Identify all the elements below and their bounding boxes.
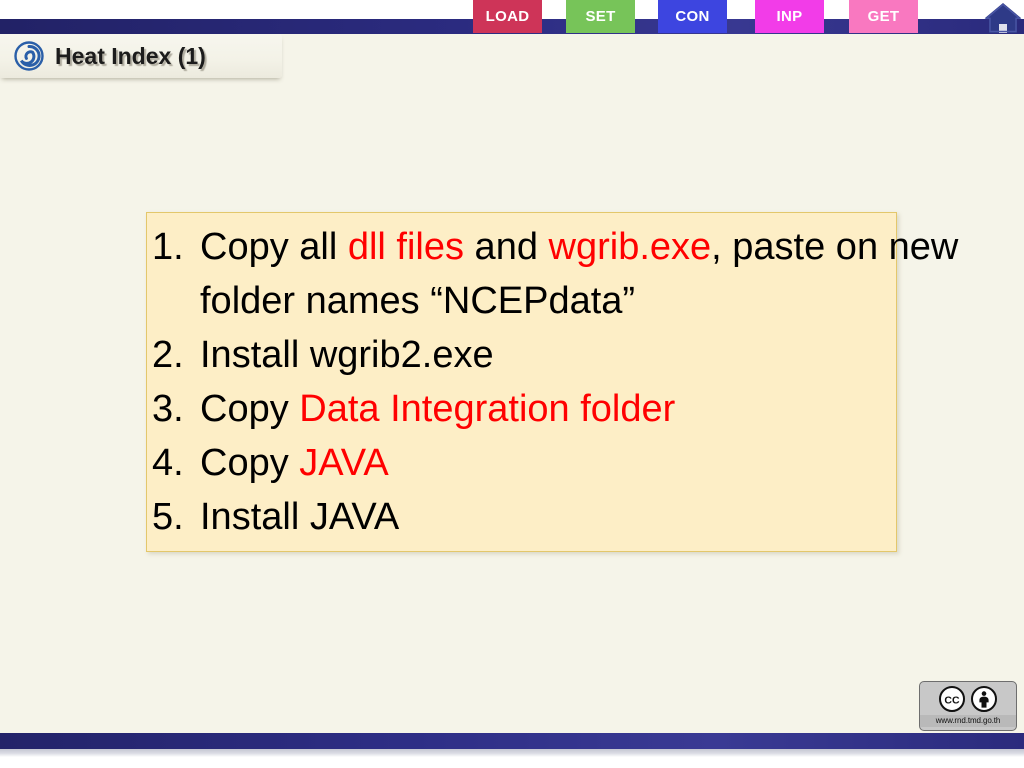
text-segment: Copy all xyxy=(200,226,348,268)
list-item-number: 2. xyxy=(152,334,184,376)
slide-canvas: LOAD SET CON INP GET Heat Index (1) 1. Copy a… xyxy=(0,0,1024,768)
list-item-number: 3. xyxy=(152,388,184,430)
creative-commons-icon: CC xyxy=(939,685,965,712)
instruction-list: 1. Copy all dll files and wgrib.exe, past… xyxy=(152,220,1012,544)
nav-tab-con[interactable]: CON xyxy=(658,0,727,33)
list-item-text: Install JAVA xyxy=(200,490,1012,544)
bottom-navy-bar xyxy=(0,733,1024,749)
text-segment: Install wgrib2.exe xyxy=(200,334,494,376)
text-segment: wgrib.exe xyxy=(548,226,712,268)
list-item-number: 5. xyxy=(152,496,184,538)
list-item-number: 1. xyxy=(152,226,184,268)
text-segment: JAVA xyxy=(299,442,389,484)
license-url: www.rnd.tmd.go.th xyxy=(920,715,1016,727)
home-icon xyxy=(984,3,1022,33)
text-segment: Data Integration folder xyxy=(299,388,676,430)
svg-text:CC: CC xyxy=(944,694,960,706)
nav-tab-set[interactable]: SET xyxy=(566,0,635,33)
license-icons: CC xyxy=(920,682,1016,715)
license-badge[interactable]: CC www.rnd.tmd.go.th xyxy=(919,681,1017,731)
slide-title-bar: Heat Index (1) xyxy=(0,34,282,78)
nav-tab-get[interactable]: GET xyxy=(849,0,918,33)
list-item-text: Install wgrib2.exe xyxy=(200,328,1012,382)
list-item-text: Copy JAVA xyxy=(200,436,1012,490)
spiral-icon xyxy=(14,41,44,71)
list-item: 3. Copy Data Integration folder xyxy=(152,382,1012,436)
nav-tab-load[interactable]: LOAD xyxy=(473,0,542,33)
list-item: 5. Install JAVA xyxy=(152,490,1012,544)
bottom-shadow-strip xyxy=(0,749,1024,757)
nav-tab-bar: LOAD SET CON INP GET xyxy=(0,0,1024,34)
text-segment: Install JAVA xyxy=(200,496,400,538)
text-segment: Copy xyxy=(200,388,300,430)
text-segment: and xyxy=(464,226,549,268)
list-item-text: Copy Data Integration folder xyxy=(200,382,1012,436)
bottom-white-strip xyxy=(0,757,1024,768)
page-title: Heat Index (1) xyxy=(55,42,206,69)
text-segment: dll files xyxy=(347,226,464,268)
list-item-text: Copy all dll files and wgrib.exe, paste … xyxy=(200,220,1012,328)
list-item-number: 4. xyxy=(152,442,184,484)
attribution-person-icon xyxy=(971,685,997,712)
text-segment: Copy xyxy=(200,442,300,484)
list-item: 1. Copy all dll files and wgrib.exe, past… xyxy=(152,220,1012,328)
list-item: 2. Install wgrib2.exe xyxy=(152,328,1012,382)
home-button[interactable] xyxy=(983,0,1023,33)
nav-tab-inp[interactable]: INP xyxy=(755,0,824,33)
list-item: 4. Copy JAVA xyxy=(152,436,1012,490)
